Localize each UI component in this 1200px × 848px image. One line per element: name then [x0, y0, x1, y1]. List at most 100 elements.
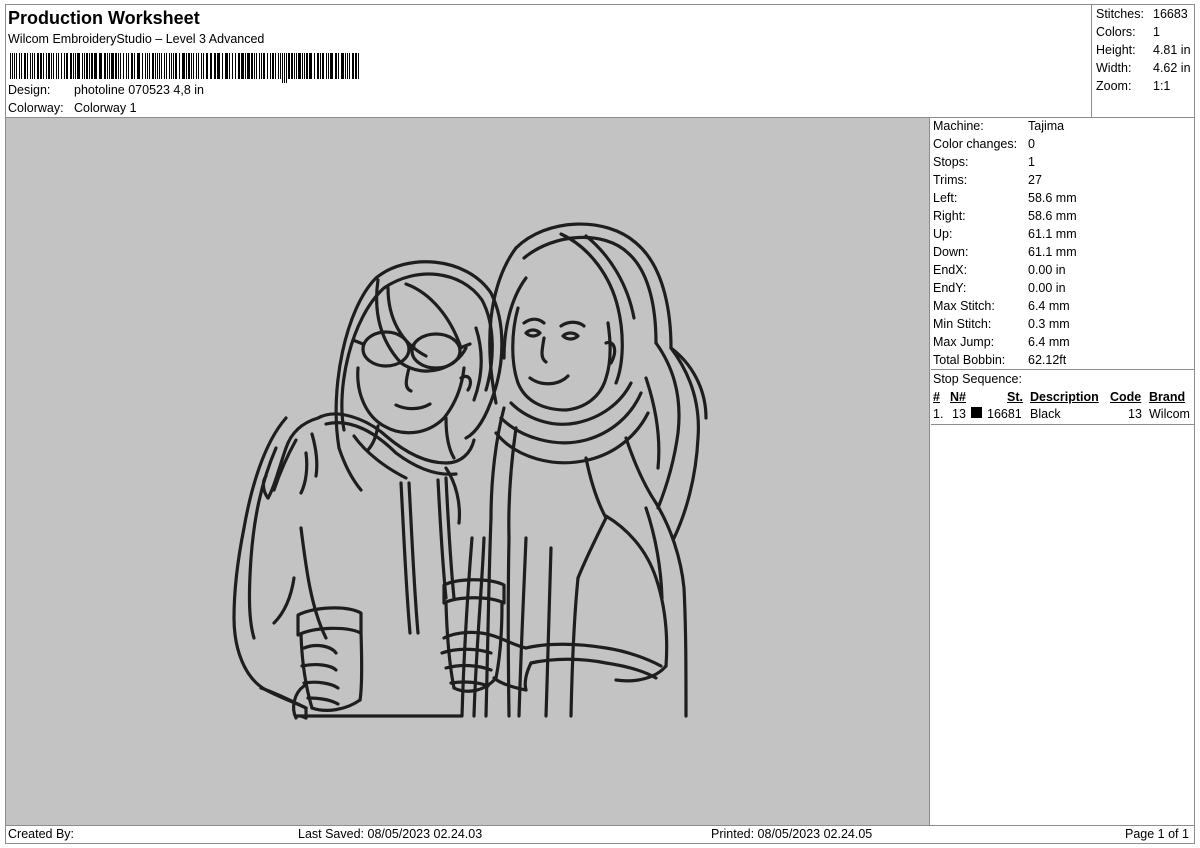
- barcode-bar: [126, 53, 127, 79]
- barcode-bar: [10, 53, 11, 79]
- barcode-bar: [309, 53, 312, 79]
- barcode-bar: [254, 53, 255, 79]
- barcode-bar: [104, 53, 106, 79]
- barcode-bar: [147, 53, 148, 79]
- info-trims: Trims: 27: [933, 173, 1042, 187]
- barcode-bar: [14, 53, 15, 79]
- barcode-bar: [175, 53, 177, 79]
- col-header-num: #: [933, 390, 940, 404]
- barcode-bar: [75, 53, 76, 79]
- barcode-bar: [338, 53, 339, 79]
- barcode-bar: [320, 53, 321, 79]
- barcode-bar: [173, 53, 174, 79]
- embroidery-line-art: [232, 222, 708, 720]
- summary-width: Width: 4.62 in: [1096, 61, 1191, 75]
- software-subtitle: Wilcom EmbroideryStudio – Level 3 Advanc…: [8, 32, 265, 46]
- barcode-bar: [282, 53, 283, 83]
- barcode-bar: [82, 53, 83, 79]
- barcode-bar: [40, 53, 42, 79]
- stop-row-brand: Wilcom: [1149, 407, 1190, 421]
- barcode-bar: [171, 53, 172, 79]
- barcode-bar: [91, 53, 93, 79]
- barcode-bar: [19, 53, 20, 79]
- barcode-bar: [314, 53, 315, 79]
- info-up: Up: 61.1 mm: [933, 227, 1077, 241]
- stop-row-code: 13: [1128, 407, 1142, 421]
- barcode-bar: [179, 53, 180, 79]
- barcode-bar: [322, 53, 324, 79]
- barcode-bar: [267, 53, 268, 79]
- barcode-bar: [120, 53, 121, 79]
- info-divider: [931, 369, 1194, 370]
- barcode-bar: [109, 53, 110, 79]
- barcode-bar: [32, 53, 33, 79]
- barcode-bar: [193, 53, 194, 79]
- colorway-value: Colorway 1: [74, 101, 137, 115]
- col-header-code: Code: [1110, 390, 1142, 404]
- barcode-bar: [275, 53, 276, 79]
- barcode-bar: [217, 53, 220, 79]
- barcode-bar: [261, 53, 262, 79]
- design-row: Design: photoline 070523 4,8 in: [8, 83, 204, 98]
- summary-zoom: Zoom: 1:1: [1096, 79, 1171, 93]
- barcode-bar: [145, 53, 146, 79]
- barcode-bar: [66, 53, 68, 79]
- info-machine: Machine: Tajima: [933, 119, 1065, 133]
- barcode-bar: [188, 53, 190, 79]
- info-endx: EndX: 0.00 in: [933, 263, 1066, 277]
- worksheet-header: Production Worksheet Wilcom EmbroiderySt…: [6, 5, 1091, 118]
- barcode-bar: [304, 53, 305, 79]
- barcode-bar: [263, 53, 265, 79]
- barcode-bar: [43, 53, 44, 79]
- barcode-bar: [278, 53, 279, 79]
- barcode-bar: [330, 53, 333, 79]
- barcode-bar: [24, 53, 26, 79]
- barcode-bar: [46, 53, 47, 79]
- barcode-bar: [245, 53, 246, 79]
- barcode-bar: [134, 53, 135, 79]
- barcode-bar: [241, 53, 244, 79]
- barcode: [10, 53, 359, 83]
- barcode-bar: [352, 53, 354, 79]
- stop-sequence-title: Stop Sequence:: [933, 372, 1022, 386]
- barcode-bar: [34, 53, 35, 79]
- barcode-bar: [48, 53, 50, 79]
- barcode-bar: [94, 53, 97, 79]
- barcode-bar: [210, 53, 212, 79]
- barcode-bar: [256, 53, 257, 79]
- thread-color-swatch: [971, 407, 982, 418]
- barcode-bar: [61, 53, 62, 79]
- summary-height: Height: 4.81 in: [1096, 43, 1191, 57]
- barcode-bar: [77, 53, 80, 79]
- barcode-bar: [345, 53, 346, 79]
- stop-row-num: 1.: [933, 407, 944, 421]
- barcode-bar: [70, 53, 72, 79]
- barcode-bar: [251, 53, 253, 79]
- barcode-bar: [358, 53, 359, 79]
- barcode-bar: [306, 53, 308, 79]
- barcode-bar: [247, 53, 250, 79]
- barcode-bar: [222, 53, 223, 79]
- barcode-bar: [131, 53, 133, 79]
- info-total-bobbin: Total Bobbin: 62.12ft: [933, 353, 1067, 367]
- barcode-bar: [355, 53, 357, 79]
- design-label: Design:: [8, 83, 51, 97]
- barcode-bar: [107, 53, 108, 79]
- colorway-label: Colorway:: [8, 101, 64, 115]
- barcode-bar: [27, 53, 28, 79]
- barcode-bar: [294, 53, 295, 79]
- barcode-bar: [317, 53, 319, 79]
- col-header-n: N#: [950, 390, 966, 404]
- barcode-bar: [284, 53, 285, 83]
- stop-sequence-divider: [931, 424, 1194, 425]
- barcode-bar: [53, 53, 54, 79]
- barcode-bar: [159, 53, 160, 79]
- stop-row-description: Black: [1030, 407, 1061, 421]
- page-number: Page 1 of 1: [1125, 827, 1189, 841]
- created-by: Created By:: [8, 827, 75, 841]
- printed-date: Printed: 08/05/2023 02.24.05: [711, 827, 873, 841]
- barcode-bar: [161, 53, 162, 79]
- barcode-bar: [296, 53, 297, 79]
- barcode-bar: [288, 53, 290, 79]
- barcode-bar: [328, 53, 329, 79]
